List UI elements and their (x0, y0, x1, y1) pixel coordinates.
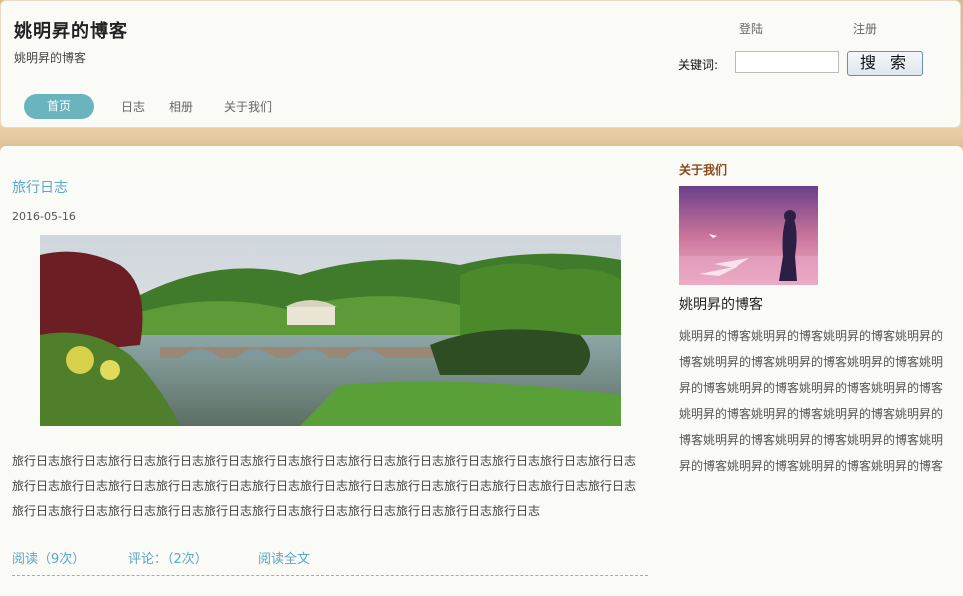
register-link[interactable]: 注册 (853, 20, 877, 37)
nav-about[interactable]: 关于我们 (224, 98, 272, 115)
keyword-input[interactable] (735, 51, 839, 73)
read-count[interactable]: 阅读（9次） (12, 548, 85, 567)
post-body: 旅行日志旅行日志旅行日志旅行日志旅行日志旅行日志旅行日志旅行日志旅行日志旅行日志… (12, 454, 637, 518)
site-header: 姚明昇的博客 姚明昇的博客 登陆 注册 关键词: 搜索 首页 日志 相册 关于我… (0, 0, 961, 128)
login-link[interactable]: 登陆 (739, 20, 763, 37)
sidebar-blog-name: 姚明昇的博客 (679, 297, 763, 313)
post-date: 2016-05-16 (12, 210, 76, 223)
search-button[interactable]: 搜索 (847, 51, 923, 76)
site-subtitle: 姚明昇的博客 (14, 51, 87, 65)
comment-count[interactable]: 评论：（2次） (128, 548, 208, 567)
nav-album[interactable]: 相册 (169, 98, 193, 115)
read-more-link[interactable]: 阅读全文 (258, 548, 310, 567)
site-title: 姚明昇的博客 (14, 21, 128, 42)
post-divider (12, 575, 648, 576)
keyword-label: 关键词: (678, 58, 719, 72)
sidebar-description: 姚明昇的博客姚明昇的博客姚明昇的博客姚明昇的博客姚明昇的博客姚明昇的博客姚明昇的… (679, 329, 944, 473)
nav-home[interactable]: 首页 (24, 94, 94, 119)
nav-journal[interactable]: 日志 (121, 98, 145, 115)
sidebar-avatar-image (679, 186, 818, 285)
post-title[interactable]: 旅行日志 (12, 177, 68, 197)
post-image-landscape (40, 235, 621, 426)
sidebar-heading: 关于我们 (679, 163, 728, 177)
